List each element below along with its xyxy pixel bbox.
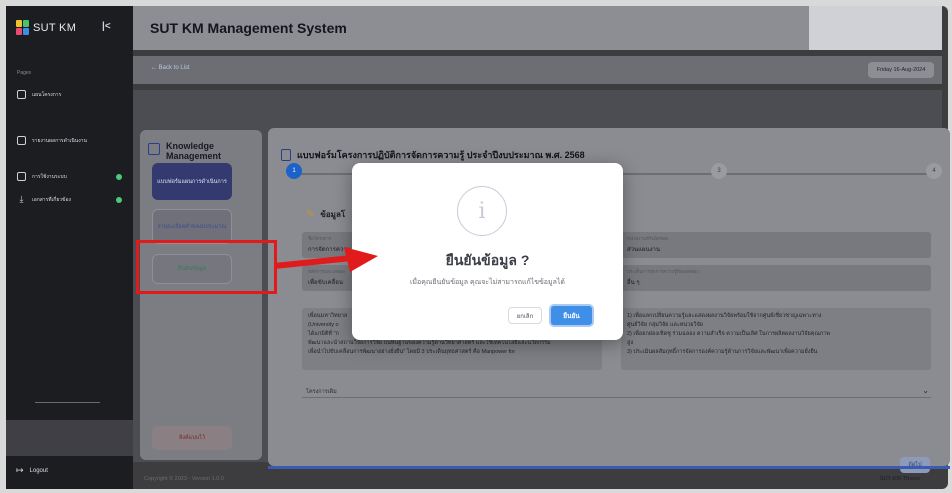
sidebar-user-panel <box>6 420 133 456</box>
form-title-text: แบบฟอร์มโครงการปฏิบัติการจัดการความรู้ ป… <box>297 150 585 160</box>
text-line: 3) ประเมินผลสัมฤทธิ์การจัดการองค์ความรู้… <box>627 349 818 355</box>
step-form-button[interactable]: แบบฟอร์มแผนการดำเนินการ <box>152 163 232 200</box>
sidebar-item-label: เอกสารที่เกี่ยวข้อง <box>32 196 71 203</box>
sidebar-divider <box>35 402 100 403</box>
previous-project-accordion[interactable]: โครงการเดิม ⌄ <box>302 384 931 398</box>
info-icon: i <box>457 186 507 236</box>
field-value: ส่วนแผนงาน <box>627 247 661 253</box>
field-label: ประเด็นการจัดการความรู้ที่สอดคล้อง <box>627 269 699 274</box>
settings-icon <box>17 172 26 181</box>
text-line: 1) เพื่อแลกเปลี่ยนความรู้และแสดงผลงานวิจ… <box>627 313 822 319</box>
objectives-textarea[interactable]: 1) เพื่อแลกเปลี่ยนความรู้และแสดงผลงานวิจ… <box>621 308 931 370</box>
book-icon <box>148 143 160 155</box>
sidebar-item-label: แผนโครงการ <box>32 91 62 98</box>
logo-text: SUT KM <box>33 21 77 34</box>
sidebar: SUT KM |< Pages แผนโครงการ รายงานผลการดำ… <box>6 6 133 489</box>
page-title: SUT KM Management System <box>150 20 347 36</box>
field-value: อื่น ๆ <box>627 280 640 286</box>
top-bar: SUT KM Management System <box>133 6 942 50</box>
km-heading: Knowledge Management <box>148 141 221 161</box>
sidebar-item-label: รายงานผลการดำเนินงาน <box>32 137 87 144</box>
copyright-text: Copyright © 2023 - Version 1.0.0 <box>144 476 224 482</box>
sidebar-item-related-documents[interactable]: ⤓ เอกสารที่เกี่ยวข้อง <box>17 194 122 205</box>
section-title: ✎ ข้อมูลโ <box>306 208 345 221</box>
step-indicator-3[interactable]: 3 <box>711 163 727 179</box>
km-heading-line2: Management <box>166 151 222 161</box>
back-to-list-link[interactable]: ← Back to List <box>151 65 190 71</box>
top-bar-user-area <box>809 6 942 50</box>
section-title-text: ข้อมูลโ <box>320 210 346 219</box>
pencil-icon: ✎ <box>306 209 315 220</box>
text-line: พัฒนาและนำสถานวิจัยการวิจัย บนพื้นฐานของ… <box>308 340 551 346</box>
save-draft-button[interactable]: ลิงค์แบบไว้ <box>152 426 232 450</box>
sidebar-item-label: การใช้งานระบบ <box>32 173 67 180</box>
next-button[interactable]: ถัดไป <box>900 457 930 473</box>
grid-icon <box>17 90 26 99</box>
field-label: หน่วยงานที่รับผิดชอบ <box>627 236 669 241</box>
text-line: เพื่อนำไปขับเคลื่อนการพัฒนาอย่างยั่งยืน"… <box>308 349 516 355</box>
step-budget-button[interactable]: รายละเอียดคำของบประมาณ <box>152 209 232 244</box>
breadcrumb-bar: ← Back to List Friday 16-Aug-2024 <box>133 56 942 84</box>
download-icon: ⤓ <box>19 194 24 204</box>
logout-label: Logout <box>29 467 48 474</box>
chevron-down-icon: ⌄ <box>922 386 929 395</box>
date-badge: Friday 16-Aug-2024 <box>868 62 934 78</box>
text-line: สูง <box>627 340 634 346</box>
document-icon <box>17 136 26 145</box>
sidebar-item-performance-report[interactable]: รายงานผลการดำเนินงาน <box>17 136 122 145</box>
logo-mark-icon <box>16 20 29 35</box>
accordion-title: โครงการเดิม <box>306 389 337 395</box>
form-title: แบบฟอร์มโครงการปฏิบัติการจัดการความรู้ ป… <box>281 148 585 162</box>
km-topic-field[interactable]: ประเด็นการจัดการความรู้ที่สอดคล้อง อื่น … <box>621 265 931 291</box>
step-indicator-4[interactable]: 4 <box>926 163 942 179</box>
form-icon <box>281 149 291 161</box>
step-indicator-1[interactable]: 1 <box>286 163 302 179</box>
annotation-highlight-box <box>136 240 277 294</box>
dialog-message: เมื่อคุณยืนยันข้อมูล คุณจะไม่สามารถแก้ไข… <box>410 279 565 286</box>
collapse-sidebar-button[interactable]: |< <box>102 21 111 32</box>
sidebar-item-project-plan[interactable]: แผนโครงการ <box>17 90 122 99</box>
cancel-button[interactable]: ยกเลิก <box>508 307 542 324</box>
confirm-dialog: i ยืนยันข้อมูล ? เมื่อคุณยืนยันข้อมูล คุ… <box>352 163 623 340</box>
status-dot <box>116 196 122 203</box>
sidebar-item-system-usage[interactable]: การใช้งานระบบ <box>17 172 122 181</box>
theme-label: SUT-KM Theme <box>880 476 921 482</box>
logout-button[interactable]: ↦ Logout <box>16 465 48 476</box>
confirm-button[interactable]: ยืนยัน <box>549 304 594 327</box>
form-bottom-accent <box>268 466 950 469</box>
annotation-arrow-icon <box>274 247 378 272</box>
sidebar-section-label: Pages <box>17 70 32 76</box>
km-heading-line1: Knowledge <box>166 141 215 151</box>
text-line: ศูนย์วิจัย กลุ่มวิจัย และหน่วยวิจัย <box>627 322 704 328</box>
dialog-title: ยืนยันข้อมูล ? <box>445 252 530 268</box>
app-logo[interactable]: SUT KM <box>16 20 76 35</box>
logout-icon: ↦ <box>16 465 24 475</box>
status-dot <box>116 173 122 180</box>
text-line: 2) เพื่อยกย่องเชิดชู ร่วมฉลอง ความสำเร็จ… <box>627 331 830 337</box>
responsible-unit-field[interactable]: หน่วยงานที่รับผิดชอบ ส่วนแผนงาน <box>621 232 931 258</box>
